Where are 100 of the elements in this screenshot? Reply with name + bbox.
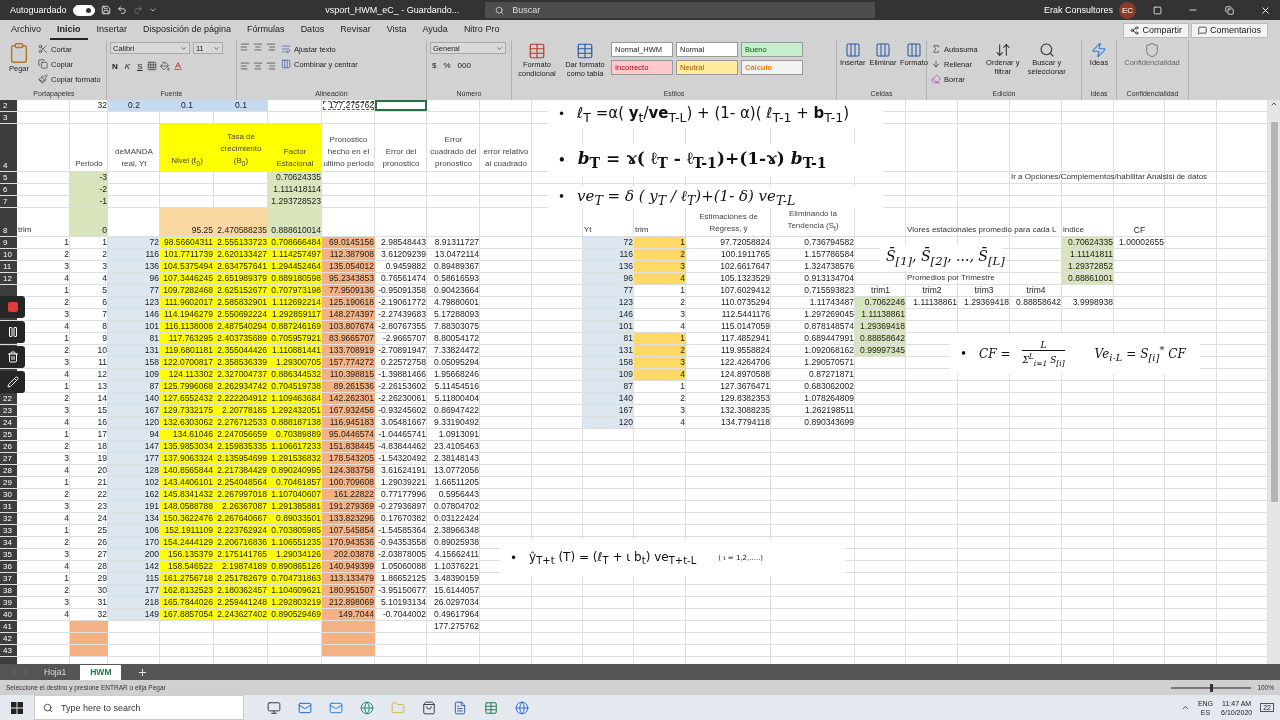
table-cell-text: 4: [63, 513, 70, 524]
align-center-icon[interactable]: [253, 61, 263, 71]
font-color-icon[interactable]: [173, 61, 184, 71]
row-number[interactable]: 34: [0, 537, 17, 548]
user-avatar[interactable]: EC: [1119, 1, 1136, 19]
menu-tab[interactable]: Nitro Pro: [456, 20, 507, 40]
number-format-button[interactable]: $: [430, 61, 439, 70]
menu-tab[interactable]: Vista: [379, 20, 414, 40]
number-format-button[interactable]: %: [441, 61, 453, 70]
row-number[interactable]: 35: [0, 549, 17, 560]
share-button[interactable]: Compartir: [1123, 22, 1189, 38]
sheet-tab[interactable]: HWM: [80, 664, 122, 680]
row-number[interactable]: 31: [0, 501, 17, 512]
task-view-icon[interactable]: [266, 700, 281, 715]
row-number[interactable]: 24: [0, 417, 17, 428]
add-sheet-icon[interactable]: [137, 666, 149, 678]
autosave-toggle[interactable]: [72, 4, 95, 16]
table-cell: 110.398815: [322, 369, 375, 380]
row-number[interactable]: 29: [0, 477, 17, 488]
scroll-up-icon[interactable]: [1270, 100, 1278, 108]
delete-button[interactable]: [0, 346, 25, 368]
align-middle-icon[interactable]: [253, 42, 263, 52]
align-bottom-icon[interactable]: [266, 42, 276, 52]
row-number[interactable]: 2: [0, 100, 17, 111]
table-cell-text: 1: [101, 237, 108, 248]
menu-tab[interactable]: Archivo: [4, 20, 48, 40]
row-number[interactable]: 11: [0, 261, 17, 272]
table-cell: 72: [108, 237, 160, 248]
table-cell: 152.1911109: [160, 525, 214, 536]
pause-button[interactable]: [0, 321, 25, 343]
caret-icon[interactable]: [148, 6, 157, 14]
tray-caret-icon[interactable]: [1180, 703, 1190, 712]
row-number[interactable]: 3: [0, 112, 17, 123]
row-number[interactable]: 27: [0, 453, 17, 464]
redo-icon[interactable]: [132, 5, 143, 15]
text-style-button[interactable]: S: [135, 61, 145, 71]
row-number[interactable]: 43: [0, 645, 17, 656]
menu-tab[interactable]: Inicio: [50, 20, 88, 40]
row-number[interactable]: 41: [0, 621, 17, 632]
menu-tab[interactable]: Fórmulas: [240, 20, 292, 40]
text-style-button[interactable]: N: [110, 61, 120, 71]
borders-icon[interactable]: [147, 61, 158, 71]
row-number[interactable]: 22: [0, 393, 17, 404]
table-cell: 2.217384429: [214, 465, 268, 476]
table-cell: 96: [108, 273, 160, 284]
row-number[interactable]: 12: [0, 273, 17, 284]
scrollbar-thumb[interactable]: [1270, 122, 1278, 502]
pen-button[interactable]: [0, 371, 25, 393]
comments-button[interactable]: Comentarios: [1190, 22, 1268, 38]
menu-tab[interactable]: Datos: [293, 20, 332, 40]
row-number[interactable]: 23: [0, 405, 17, 416]
document-icon[interactable]: [452, 700, 467, 715]
row-number[interactable]: 6: [0, 184, 17, 195]
browser-icon[interactable]: [514, 700, 529, 715]
row-number[interactable]: 33: [0, 525, 17, 536]
table-cell: 1.110881441: [268, 345, 322, 356]
menu-tab[interactable]: Ayuda: [415, 20, 455, 40]
row-number[interactable]: 36: [0, 561, 17, 572]
row-number[interactable]: 9: [0, 237, 17, 248]
row-number[interactable]: 28: [0, 465, 17, 476]
text-style-button[interactable]: K: [122, 61, 133, 71]
row-number[interactable]: 42: [0, 633, 17, 644]
table-cell: 2.243627402: [214, 609, 268, 620]
row-number[interactable]: 25: [0, 429, 17, 440]
row-number[interactable]: 10: [0, 249, 17, 260]
mail-icon[interactable]: [297, 700, 312, 715]
row-number[interactable]: 32: [0, 513, 17, 524]
search-field[interactable]: Buscar: [485, 2, 876, 18]
menu-tab[interactable]: Revisar: [333, 20, 378, 40]
fill-color-icon[interactable]: [160, 61, 171, 71]
row-number[interactable]: 37: [0, 573, 17, 584]
align-left-icon[interactable]: [240, 61, 250, 71]
undo-icon[interactable]: [116, 5, 127, 15]
stop-button[interactable]: [0, 296, 25, 318]
menu-tab[interactable]: Disposición de página: [136, 20, 239, 40]
align-right-icon[interactable]: [266, 61, 276, 71]
row-number[interactable]: 38: [0, 585, 17, 596]
sheet-tab[interactable]: Hoja1: [34, 664, 77, 680]
menu-tab[interactable]: Insertar: [89, 20, 135, 40]
bag-icon[interactable]: [421, 700, 436, 715]
taskbar-search-field[interactable]: Type here to search: [34, 695, 244, 720]
row-number[interactable]: 40: [0, 609, 17, 620]
row-number[interactable]: 39: [0, 597, 17, 608]
row-number[interactable]: 30: [0, 489, 17, 500]
table-cell-text: -0.94353558: [377, 537, 427, 548]
row-number[interactable]: 4: [0, 124, 17, 171]
envelope-icon[interactable]: [328, 700, 343, 715]
row-number[interactable]: 5: [0, 172, 17, 183]
table-cell: 1.29034126: [268, 549, 322, 560]
zoom-thumb[interactable]: [1210, 683, 1214, 692]
save-icon[interactable]: [100, 5, 111, 15]
align-top-icon[interactable]: [240, 42, 250, 52]
row-number[interactable]: 26: [0, 441, 17, 452]
row-number[interactable]: 7: [0, 196, 17, 207]
spreadsheet-icon[interactable]: [483, 700, 498, 715]
globe-icon[interactable]: [359, 700, 374, 715]
row-number[interactable]: 8: [0, 208, 17, 236]
zoom-slider[interactable]: [1171, 686, 1252, 689]
number-format-button[interactable]: 000: [455, 61, 473, 70]
table-cell: 2.651989379: [214, 273, 268, 284]
